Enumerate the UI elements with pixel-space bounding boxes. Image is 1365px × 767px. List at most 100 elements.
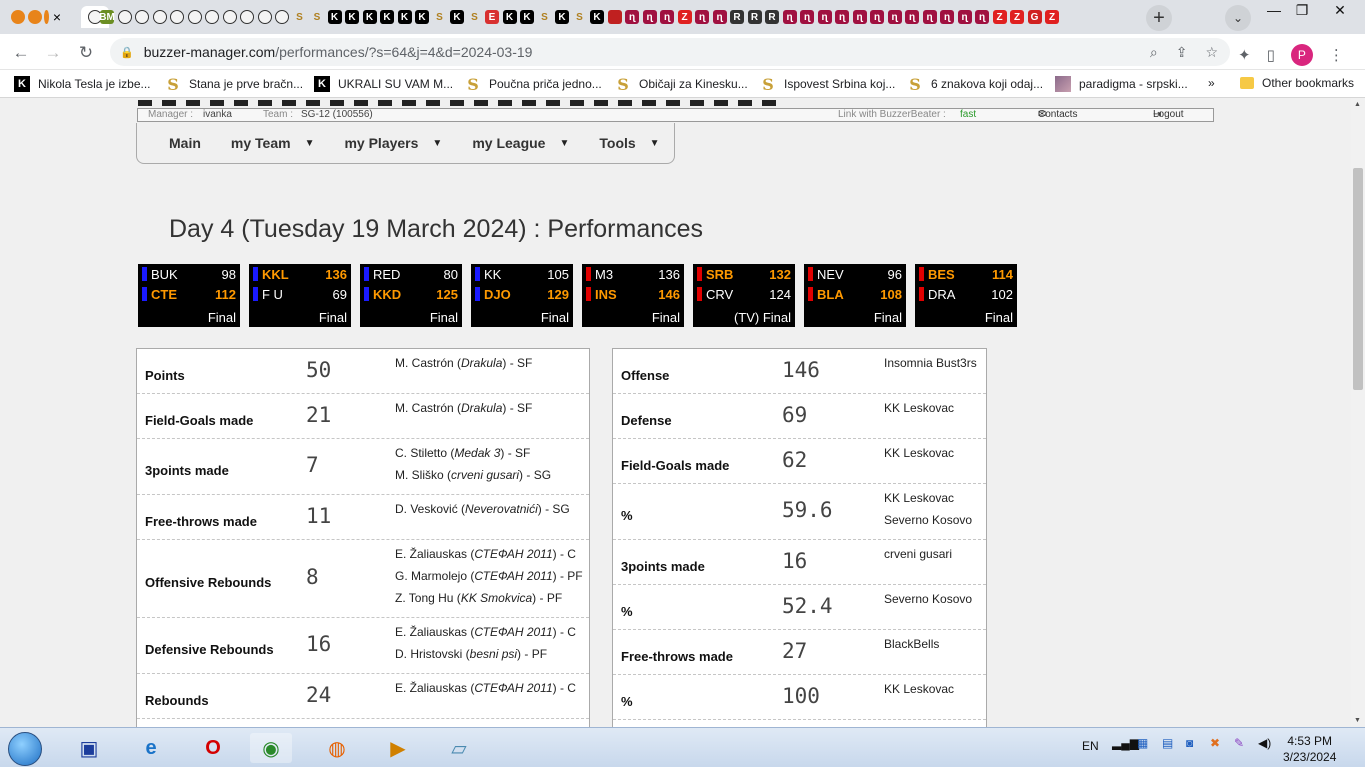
game-score-box[interactable]: KK 105 DJO 129 Final <box>471 264 573 327</box>
player-entry[interactable]: Z. Tong Hu (KK Smokvica) - PF <box>395 587 583 609</box>
browser-tab[interactable]: K <box>554 6 571 28</box>
volume-icon[interactable]: ◀) <box>1258 736 1271 750</box>
browser-tab[interactable]: K <box>396 6 413 28</box>
team-entry[interactable]: KK Leskovac <box>884 678 954 700</box>
browser-tab[interactable]: ɳ <box>869 6 886 28</box>
browser-tab[interactable] <box>221 6 238 28</box>
pen-icon[interactable]: ✎ <box>1234 736 1244 750</box>
player-entry[interactable]: C. Stiletto (Medak 3) - SF <box>395 442 551 464</box>
browser-tab[interactable]: ɳ <box>624 6 641 28</box>
browser-tab[interactable] <box>9 6 26 28</box>
player-entry[interactable]: E. Žaliauskas (СТЕФАН 2011) - C <box>395 677 576 699</box>
browser-tab[interactable] <box>274 6 291 28</box>
page-scrollbar[interactable]: ▲ ▼ <box>1351 98 1365 727</box>
close-tab-icon[interactable]: × <box>53 9 61 25</box>
bookmark-item[interactable]: paradigma - srpski... <box>1055 76 1188 92</box>
scroll-up-icon[interactable]: ▲ <box>1354 101 1361 108</box>
menu-item-tools[interactable]: Tools ▼ <box>599 135 659 151</box>
game-score-box[interactable]: M3 136 INS 146 Final <box>582 264 684 327</box>
internet-explorer-icon[interactable]: e <box>135 733 167 763</box>
browser-tab[interactable]: Z <box>991 6 1008 28</box>
browser-tab[interactable]: S <box>571 6 588 28</box>
share-icon[interactable]: ⇪ <box>1176 44 1188 61</box>
browser-tab[interactable]: K <box>589 6 606 28</box>
team-entry[interactable]: BlackBells <box>884 633 939 655</box>
browser-tab[interactable]: R <box>764 6 781 28</box>
browser-tab[interactable]: × <box>44 6 61 28</box>
game-score-box[interactable]: BUK 98 CTE 112 Final <box>138 264 240 327</box>
player-entry[interactable]: G. Marmolejo (СТЕФАН 2011) - PF <box>395 565 583 587</box>
browser-tab[interactable]: ɳ <box>799 6 816 28</box>
team-entry[interactable]: Insomnia Bust3rs <box>884 352 977 374</box>
restore-icon[interactable]: ❐ <box>1284 0 1320 20</box>
browser-tab[interactable] <box>239 6 256 28</box>
browser-tab[interactable] <box>256 6 273 28</box>
browser-tab[interactable]: S <box>309 6 326 28</box>
browser-tab[interactable]: ɳ <box>921 6 938 28</box>
browser-tab[interactable]: BM <box>99 6 116 28</box>
team-entry[interactable]: KK Leskovac <box>884 397 954 419</box>
browser-tab[interactable] <box>204 6 221 28</box>
player-entry[interactable]: D. Hristovski (besni psi) - PF <box>395 643 576 665</box>
menu-kebab-icon[interactable]: ⋮ <box>1329 46 1344 64</box>
bookmark-item[interactable]: S Običaji za Kinesku... <box>615 75 748 94</box>
chrome-icon[interactable]: ◉ <box>250 733 292 763</box>
browser-tab[interactable] <box>169 6 186 28</box>
team-entry[interactable]: Severno Kosovo <box>884 588 972 610</box>
browser-tab[interactable]: S <box>291 6 308 28</box>
language-indicator[interactable]: EN <box>1082 739 1099 753</box>
browser-tab[interactable]: E <box>484 6 501 28</box>
grid-app-icon[interactable]: ▦ <box>1137 736 1148 750</box>
bookmark-item[interactable]: S Ispovest Srbina koj... <box>760 75 895 94</box>
browser-tab[interactable]: Z <box>1044 6 1061 28</box>
opera-icon[interactable]: O <box>197 733 229 763</box>
browser-tab[interactable] <box>606 6 623 28</box>
browser-tab[interactable]: K <box>449 6 466 28</box>
new-tab-button[interactable]: + <box>1146 5 1172 31</box>
browser-tab[interactable]: Z <box>1009 6 1026 28</box>
scroll-down-icon[interactable]: ▼ <box>1354 717 1361 724</box>
bookmark-star-icon[interactable]: ☆ <box>1205 44 1218 61</box>
browser-tab[interactable]: R <box>746 6 763 28</box>
browser-tab[interactable]: ɳ <box>974 6 991 28</box>
browser-tab[interactable]: K <box>361 6 378 28</box>
browser-tab[interactable]: S <box>431 6 448 28</box>
browser-tab[interactable]: ɳ <box>641 6 658 28</box>
player-entry[interactable]: M. Castrón (Drakula) - SF <box>395 352 532 374</box>
browser-tab[interactable]: K <box>326 6 343 28</box>
back-arrow-icon[interactable]: ← <box>8 40 34 66</box>
extensions-puzzle-icon[interactable]: ✦ <box>1238 46 1251 64</box>
browser-tab[interactable]: ɳ <box>816 6 833 28</box>
bookmark-item[interactable]: S Poučna priča jedno... <box>465 75 602 94</box>
link-value[interactable]: fast <box>960 109 976 120</box>
browser-tab[interactable]: S <box>466 6 483 28</box>
game-score-box[interactable]: KKL 136 F U 69 Final <box>249 264 351 327</box>
browser-tab[interactable]: ɳ <box>694 6 711 28</box>
game-score-box[interactable]: NEV 96 BLA 108 Final <box>804 264 906 327</box>
browser-tab[interactable]: K <box>344 6 361 28</box>
browser-tab[interactable]: K <box>379 6 396 28</box>
reload-icon[interactable]: ↻ <box>73 40 99 66</box>
browser-tab[interactable]: S <box>536 6 553 28</box>
menu-item-my-team[interactable]: my Team ▼ <box>231 135 315 151</box>
browser-tab[interactable] <box>186 6 203 28</box>
browser-tab[interactable]: ɳ <box>851 6 868 28</box>
browser-tab[interactable]: ɳ <box>939 6 956 28</box>
scroll-thumb[interactable] <box>1353 168 1363 390</box>
team-entry[interactable]: KK Leskovac <box>884 487 972 509</box>
bookmark-item[interactable]: K UKRALI SU VAM M... <box>314 76 453 92</box>
firefox-icon[interactable]: ◍ <box>321 733 353 763</box>
player-entry[interactable]: D. Vesković (Neverovatnići) - SG <box>395 498 570 520</box>
browser-tab[interactable]: ɳ <box>834 6 851 28</box>
game-score-box[interactable]: SRB 132 CRV 124 (TV) Final <box>693 264 795 327</box>
team-entry[interactable]: KK Leskovac <box>884 442 954 464</box>
browser-tab[interactable]: K <box>519 6 536 28</box>
browser-tab[interactable]: ɳ <box>711 6 728 28</box>
zoom-icon[interactable]: ⌕ <box>1150 44 1158 61</box>
team-entry[interactable]: Severno Kosovo <box>884 509 972 531</box>
bookmark-item[interactable]: S 6 znakova koji odaj... <box>907 75 1043 94</box>
bookmark-item[interactable]: K Nikola Tesla je izbe... <box>14 76 151 92</box>
game-score-box[interactable]: RED 80 KKD 125 Final <box>360 264 462 327</box>
side-panel-icon[interactable]: ▯ <box>1267 46 1275 64</box>
player-entry[interactable]: M. Sliško (crveni gusari) - SG <box>395 464 551 486</box>
